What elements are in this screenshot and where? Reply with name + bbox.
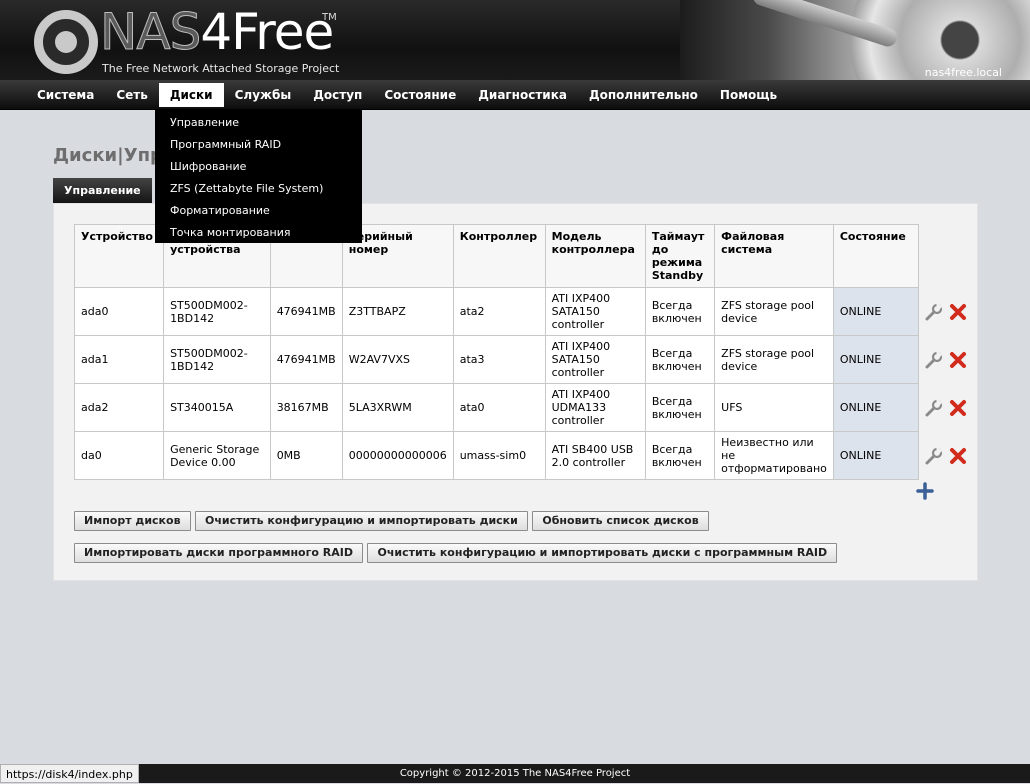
tagline: The Free Network Attached Storage Projec… — [102, 62, 340, 75]
cell-filesystem: ZFS storage pool device — [714, 335, 834, 384]
cell-controller: ata3 — [452, 335, 546, 384]
logo-ring-icon — [34, 10, 98, 74]
cell-standby: Всегда включен — [644, 431, 716, 480]
disk-table: Устройство Модель устройства Размер Сери… — [73, 224, 977, 480]
cell-controller-model: ATI SB400 USB 2.0 controller — [544, 431, 646, 480]
cell-serial: 00000000000006 — [341, 431, 454, 480]
menu-item-format[interactable]: Форматирование — [155, 200, 362, 222]
header-controller: Контроллер — [452, 224, 546, 288]
copyright: Copyright © 2012-2015 The NAS4Free Proje… — [399, 768, 631, 779]
header-state: Состояние — [832, 224, 920, 288]
cell-controller: ata2 — [452, 287, 546, 336]
refresh-disks-button[interactable]: Обновить список дисков — [532, 511, 709, 531]
cell-state: ONLINE — [832, 335, 920, 384]
menu-item-mount-point[interactable]: Точка монтирования — [155, 222, 362, 244]
disks-dropdown-menu: Управление Программный RAID Шифрование Z… — [155, 110, 362, 243]
wrench-icon[interactable] — [925, 446, 943, 465]
header-standby: Таймаут до режима Standby — [644, 224, 716, 288]
cell-filesystem: Неизвестно или не отформатировано — [714, 431, 834, 480]
button-row-2: Импортировать диски программного RAID Оч… — [74, 543, 838, 563]
nav-item-services[interactable]: Службы — [224, 80, 303, 110]
cell-standby: Всегда включен — [644, 287, 716, 336]
wrench-icon[interactable] — [925, 302, 943, 321]
cell-device: da0 — [73, 431, 165, 480]
row-actions — [919, 384, 977, 432]
cell-device: ada1 — [73, 335, 165, 384]
clear-import-button[interactable]: Очистить конфигурацию и импортировать ди… — [195, 511, 528, 531]
row-actions — [919, 432, 977, 480]
cell-state: ONLINE — [832, 431, 920, 480]
cell-size: 476941MB — [269, 287, 343, 336]
delete-icon[interactable] — [949, 303, 967, 321]
nav-item-system[interactable]: Система — [26, 80, 105, 110]
header: NAS4Free TM The Free Network Attached St… — [0, 0, 1030, 80]
menu-item-management[interactable]: Управление — [155, 112, 362, 134]
table-row: da0 Generic Storage Device 0.00 0MB 0000… — [73, 431, 977, 480]
table-row: ada2 ST340015A 38167MB 5LA3XRWM ata0 ATI… — [73, 383, 977, 432]
nav-item-access[interactable]: Доступ — [302, 80, 373, 110]
menu-item-encryption[interactable]: Шифрование — [155, 156, 362, 178]
logo: NAS4Free — [99, 3, 334, 61]
tab-management[interactable]: Управление — [53, 178, 152, 203]
cell-size: 38167MB — [269, 383, 343, 432]
wrench-icon[interactable] — [925, 398, 943, 417]
main-nav: Система Сеть Диски Службы Доступ Состоян… — [0, 80, 1030, 110]
cell-model: ST500DM002-1BD142 — [163, 287, 271, 336]
wrench-icon[interactable] — [925, 350, 943, 369]
hostname: nas4free.local — [924, 66, 1002, 79]
cell-state: ONLINE — [832, 383, 920, 432]
cell-standby: Всегда включен — [644, 335, 716, 384]
menu-item-software-raid[interactable]: Программный RAID — [155, 134, 362, 156]
footer: Copyright © 2012-2015 The NAS4Free Proje… — [0, 764, 1030, 783]
cell-model: ST340015A — [163, 383, 271, 432]
cell-state: ONLINE — [832, 287, 920, 336]
menu-item-zfs[interactable]: ZFS (Zettabyte File System) — [155, 178, 362, 200]
import-raid-button[interactable]: Импортировать диски программного RAID — [74, 543, 363, 563]
cell-controller: umass-sim0 — [452, 431, 546, 480]
header-actions-blank — [919, 225, 977, 288]
import-disks-button[interactable]: Импорт дисков — [74, 511, 191, 531]
status-url: https://disk4/index.php — [0, 764, 139, 783]
delete-icon[interactable] — [949, 447, 967, 465]
content-panel: Устройство Модель устройства Размер Сери… — [53, 203, 978, 581]
header-device: Устройство — [73, 224, 165, 288]
cell-controller-model: ATI IXP400 UDMA133 controller — [544, 383, 646, 432]
nav-item-advanced[interactable]: Дополнительно — [578, 80, 709, 110]
button-row-1: Импорт дисков Очистить конфигурацию и им… — [74, 511, 710, 531]
header-filesystem: Файловая система — [714, 224, 834, 288]
header-controller-model: Модель контроллера — [544, 224, 646, 288]
cell-size: 0MB — [269, 431, 343, 480]
add-icon[interactable] — [916, 482, 934, 500]
cell-filesystem: ZFS storage pool device — [714, 287, 834, 336]
cell-serial: 5LA3XRWM — [341, 383, 454, 432]
cell-model: Generic Storage Device 0.00 — [163, 431, 271, 480]
table-row: ada1 ST500DM002-1BD142 476941MB W2AV7VXS… — [73, 335, 977, 384]
nav-item-disks[interactable]: Диски — [158, 83, 224, 107]
cell-serial: Z3TTBAPZ — [341, 287, 454, 336]
cell-controller: ata0 — [452, 383, 546, 432]
cell-device: ada0 — [73, 287, 165, 336]
delete-icon[interactable] — [949, 399, 967, 417]
nav-item-network[interactable]: Сеть — [105, 80, 159, 110]
cell-controller-model: ATI IXP400 SATA150 controller — [544, 335, 646, 384]
nav-item-help[interactable]: Помощь — [709, 80, 788, 110]
delete-icon[interactable] — [949, 351, 967, 369]
cell-controller-model: ATI IXP400 SATA150 controller — [544, 287, 646, 336]
table-row: ada0 ST500DM002-1BD142 476941MB Z3TTBAPZ… — [73, 287, 977, 336]
row-actions — [919, 288, 977, 336]
logo-trademark: TM — [322, 12, 337, 23]
cell-size: 476941MB — [269, 335, 343, 384]
clear-import-raid-button[interactable]: Очистить конфигурацию и импортировать ди… — [367, 543, 838, 563]
nav-item-status[interactable]: Состояние — [373, 80, 467, 110]
cell-filesystem: UFS — [714, 383, 834, 432]
row-actions — [919, 336, 977, 384]
tab-bar: Управление — [53, 178, 152, 203]
cell-model: ST500DM002-1BD142 — [163, 335, 271, 384]
nav-item-diagnostics[interactable]: Диагностика — [467, 80, 578, 110]
cell-serial: W2AV7VXS — [341, 335, 454, 384]
cell-device: ada2 — [73, 383, 165, 432]
cell-standby: Всегда включен — [644, 383, 716, 432]
